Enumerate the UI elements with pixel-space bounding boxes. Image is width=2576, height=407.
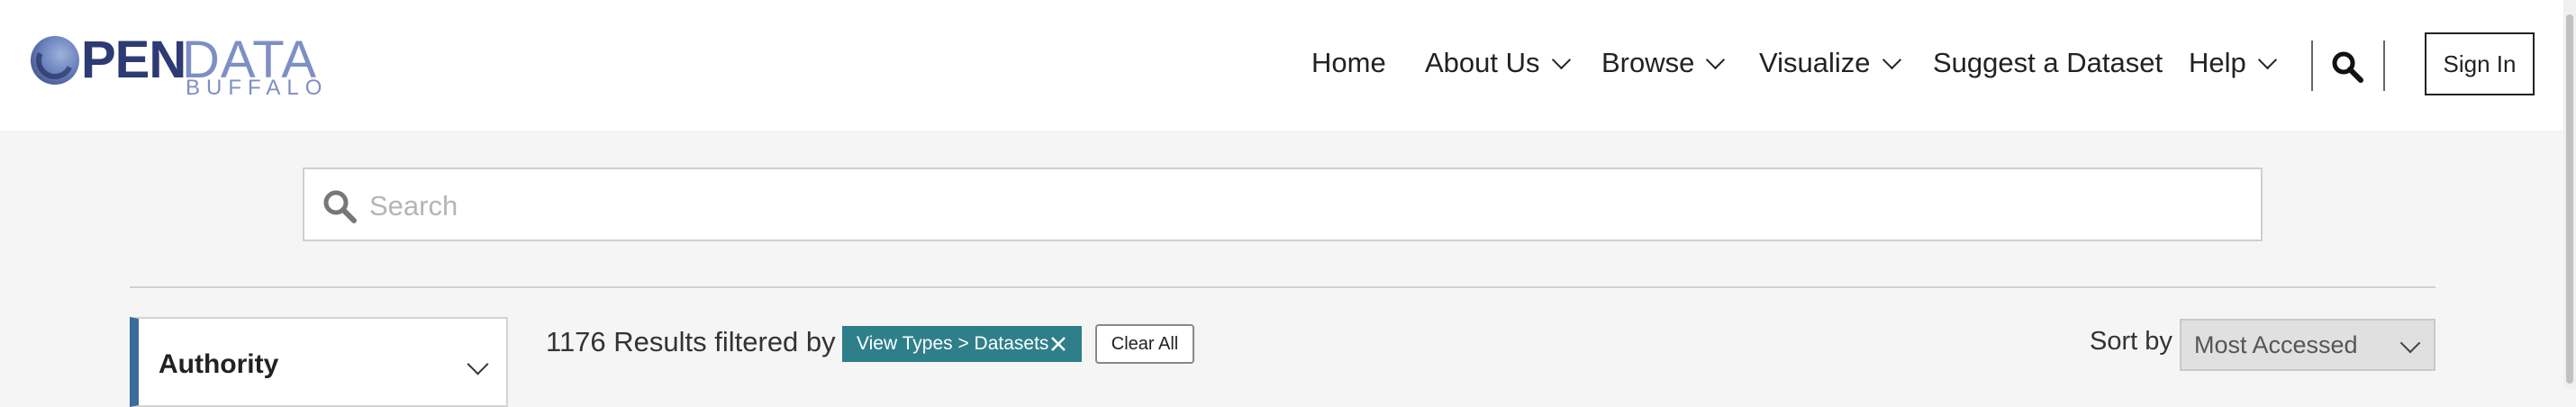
nav-home-label: Home [1311, 47, 1386, 78]
nav-visualize-label: Visualize [1759, 47, 1871, 78]
nav-about-us[interactable]: About Us [1425, 41, 1571, 86]
chevron-down-icon [1706, 50, 1726, 69]
chevron-down-icon [1551, 50, 1571, 69]
nav-suggest-dataset[interactable]: Suggest a Dataset [1933, 41, 2163, 86]
logo-open-text: PEN [81, 31, 186, 89]
site-header: PEN DATA BUFFALO Home About Us Browse Vi… [0, 0, 2576, 131]
nav-browse[interactable]: Browse [1601, 41, 1726, 86]
nav-browse-label: Browse [1601, 47, 1695, 78]
close-icon[interactable] [1049, 335, 1067, 353]
search-icon [323, 190, 357, 223]
sort-by-label: Sort by [2090, 327, 2172, 356]
sort-selected-value: Most Accessed [2194, 330, 2358, 358]
nav-help[interactable]: Help [2189, 41, 2277, 86]
nav-divider [2311, 41, 2313, 91]
active-filter-chip[interactable]: View Types > Datasets [842, 326, 1082, 362]
logo-o-disc-icon [31, 36, 79, 85]
nav-suggest-dataset-label: Suggest a Dataset [1933, 47, 2163, 78]
active-filter-label: View Types > Datasets [857, 333, 1049, 354]
chevron-down-icon [2257, 50, 2277, 69]
sort-select[interactable]: Most Accessed [2180, 319, 2435, 371]
nav-home[interactable]: Home [1311, 41, 1386, 86]
chevron-down-icon [1882, 50, 1901, 69]
results-count: 1176 Results filtered by [546, 326, 836, 357]
opendata-buffalo-logo[interactable]: PEN DATA BUFFALO [31, 31, 322, 103]
logo-city-text: BUFFALO [186, 76, 329, 100]
main-search-box[interactable] [303, 167, 2263, 241]
nav-visualize[interactable]: Visualize [1759, 41, 1901, 86]
nav-search-button[interactable] [2331, 50, 2363, 83]
search-input[interactable] [367, 184, 2245, 229]
clear-all-button[interactable]: Clear All [1095, 324, 1194, 364]
filter-panel-authority[interactable]: Authority [130, 317, 508, 407]
nav-about-us-label: About Us [1425, 47, 1540, 78]
scrollbar-thumb[interactable] [2566, 14, 2573, 384]
search-icon [2332, 51, 2363, 83]
section-divider [130, 286, 2435, 288]
chevron-down-icon [2399, 332, 2421, 354]
sign-in-button[interactable]: Sign In [2425, 32, 2535, 95]
nav-divider [2383, 41, 2385, 91]
filter-title: Authority [159, 349, 279, 379]
nav-help-label: Help [2189, 47, 2246, 78]
chevron-down-icon [467, 353, 489, 375]
